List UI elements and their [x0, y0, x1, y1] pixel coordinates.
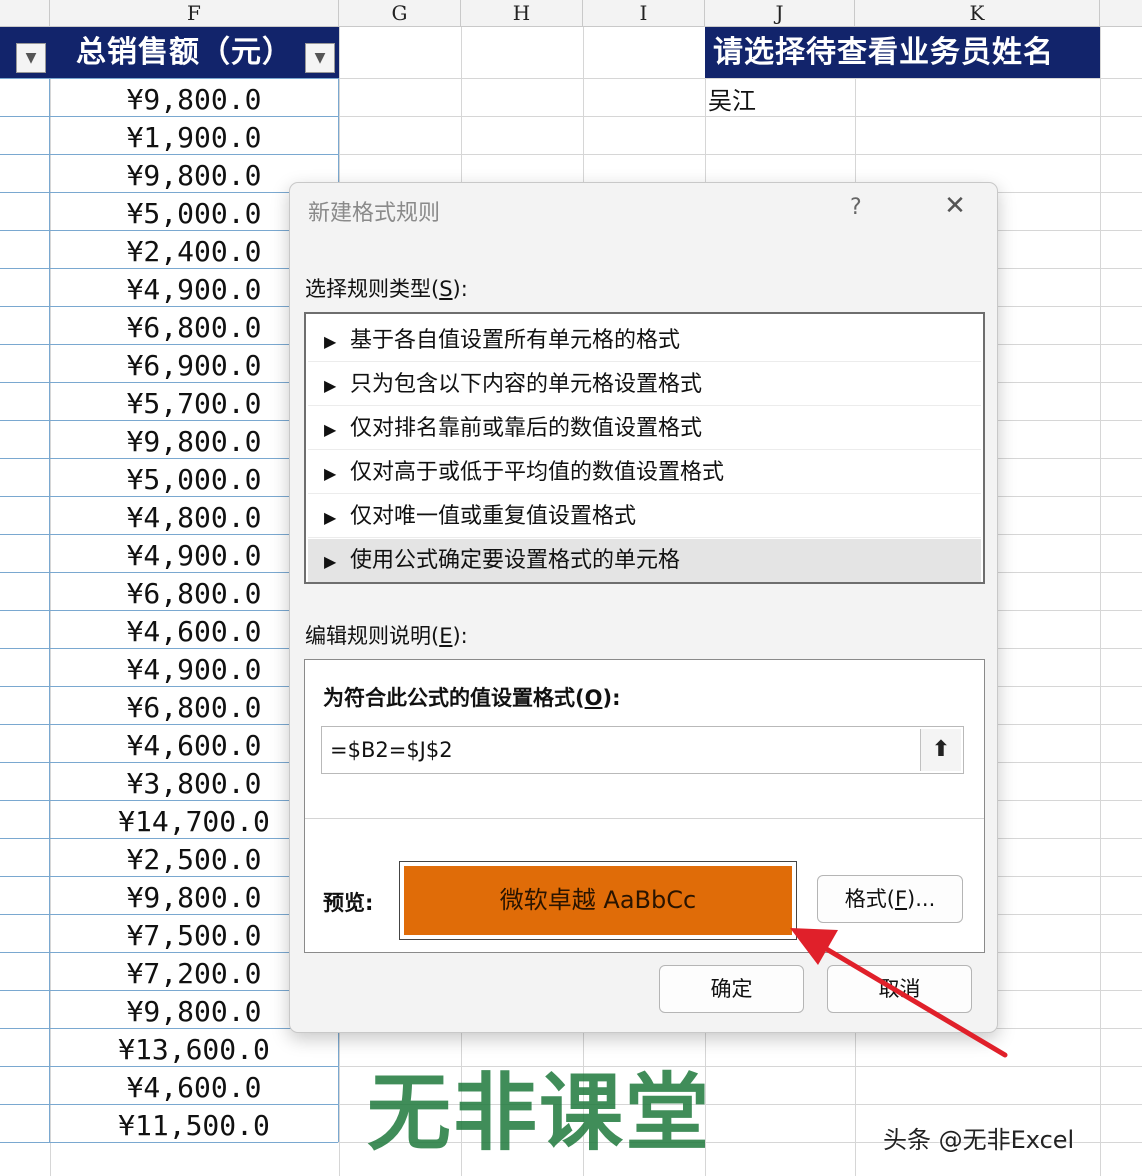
- rule-type-item[interactable]: ▶ 只为包含以下内容的单元格设置格式: [308, 363, 981, 406]
- grid-row-line: [338, 154, 1142, 155]
- new-format-rule-dialog: 新建格式规则 ? ✕ 选择规则类型(S): ▶ 基于各自值设置所有单元格的格式 ▶…: [289, 182, 998, 1033]
- format-button[interactable]: 格式(F)...: [817, 875, 963, 923]
- column-header-L[interactable]: [1100, 0, 1142, 27]
- triangle-right-icon: ▶: [324, 376, 337, 395]
- column-header-I[interactable]: I: [583, 0, 705, 27]
- column-header-J[interactable]: J: [705, 0, 855, 27]
- lookup-value-cell[interactable]: 吴江: [708, 82, 756, 120]
- triangle-right-icon: ▶: [324, 420, 337, 439]
- preview-label: 预览:: [323, 891, 374, 915]
- column-header-G[interactable]: G: [339, 0, 461, 27]
- rule-description-panel: 为符合此公式的值设置格式(O): =$B2=$J$2 ⬆ 预览: 微软卓越 Aa…: [304, 659, 985, 953]
- column-header-K[interactable]: K: [855, 0, 1100, 27]
- formula-text: =$B2=$J$2: [330, 738, 453, 762]
- close-icon[interactable]: ✕: [940, 191, 970, 221]
- footer-credit: 头条 @无非Excel: [883, 1126, 1075, 1154]
- divider: [305, 818, 984, 819]
- rule-type-item[interactable]: ▶ 仅对唯一值或重复值设置格式: [308, 495, 981, 538]
- edit-rule-label: 编辑规则说明(E):: [305, 624, 468, 648]
- total-sales-header-cell[interactable]: 总销售额（元）: [50, 27, 339, 78]
- column-header-F[interactable]: F: [50, 0, 339, 27]
- lookup-header-cell[interactable]: 请选择待查看业务员姓名: [705, 27, 1100, 78]
- rule-type-label: 选择规则类型(S):: [305, 277, 468, 301]
- format-preview: 微软卓越 AaBbCc: [399, 861, 797, 940]
- preview-swatch: 微软卓越 AaBbCc: [404, 866, 792, 935]
- rule-type-list[interactable]: ▶ 基于各自值设置所有单元格的格式 ▶ 只为包含以下内容的单元格设置格式 ▶ 仅对排名…: [304, 312, 985, 584]
- formula-label: 为符合此公式的值设置格式(O):: [323, 686, 621, 710]
- total-sales-header-label: 总销售额（元）: [76, 35, 293, 70]
- triangle-right-icon: ▶: [324, 332, 337, 351]
- collapse-dialog-button[interactable]: ⬆: [920, 729, 961, 771]
- cancel-button[interactable]: 取消: [827, 965, 972, 1013]
- chevron-down-icon: ▼: [25, 50, 37, 66]
- table-row-border: [0, 78, 338, 79]
- dialog-title: 新建格式规则: [308, 201, 441, 226]
- triangle-right-icon: ▶: [324, 464, 337, 483]
- column-header-H[interactable]: H: [461, 0, 583, 27]
- column-header-E[interactable]: [0, 0, 50, 27]
- rule-type-item[interactable]: ▶ 基于各自值设置所有单元格的格式: [308, 319, 981, 362]
- formula-input[interactable]: =$B2=$J$2 ⬆: [321, 726, 964, 774]
- grid-row-line: [338, 78, 1142, 79]
- filter-dropdown-button[interactable]: ▼: [16, 43, 46, 73]
- rule-type-item[interactable]: ▶ 仅对排名靠前或靠后的数值设置格式: [308, 407, 981, 450]
- total-sales-cell[interactable]: ¥9,800.0: [50, 81, 338, 119]
- rule-type-item[interactable]: ▶ 仅对高于或低于平均值的数值设置格式: [308, 451, 981, 494]
- chevron-down-icon: ▼: [314, 50, 326, 66]
- total-sales-cell[interactable]: ¥13,600.0: [50, 1031, 338, 1069]
- upload-arrow-icon: ⬆: [931, 737, 951, 762]
- grid-column-line: [1100, 27, 1101, 1176]
- rule-type-item-selected[interactable]: ▶ 使用公式确定要设置格式的单元格: [308, 539, 981, 582]
- watermark-logo: 无非课堂: [367, 1064, 712, 1162]
- total-sales-cell[interactable]: ¥4,600.0: [50, 1069, 338, 1107]
- lookup-header-label: 请选择待查看业务员姓名: [713, 35, 1054, 70]
- triangle-right-icon: ▶: [324, 552, 337, 571]
- ok-button[interactable]: 确定: [659, 965, 804, 1013]
- help-button[interactable]: ?: [850, 195, 862, 220]
- total-sales-filter-button[interactable]: ▼: [305, 43, 335, 73]
- triangle-right-icon: ▶: [324, 508, 337, 527]
- total-sales-cell[interactable]: ¥11,500.0: [50, 1107, 338, 1145]
- total-sales-cell[interactable]: ¥1,900.0: [50, 119, 338, 157]
